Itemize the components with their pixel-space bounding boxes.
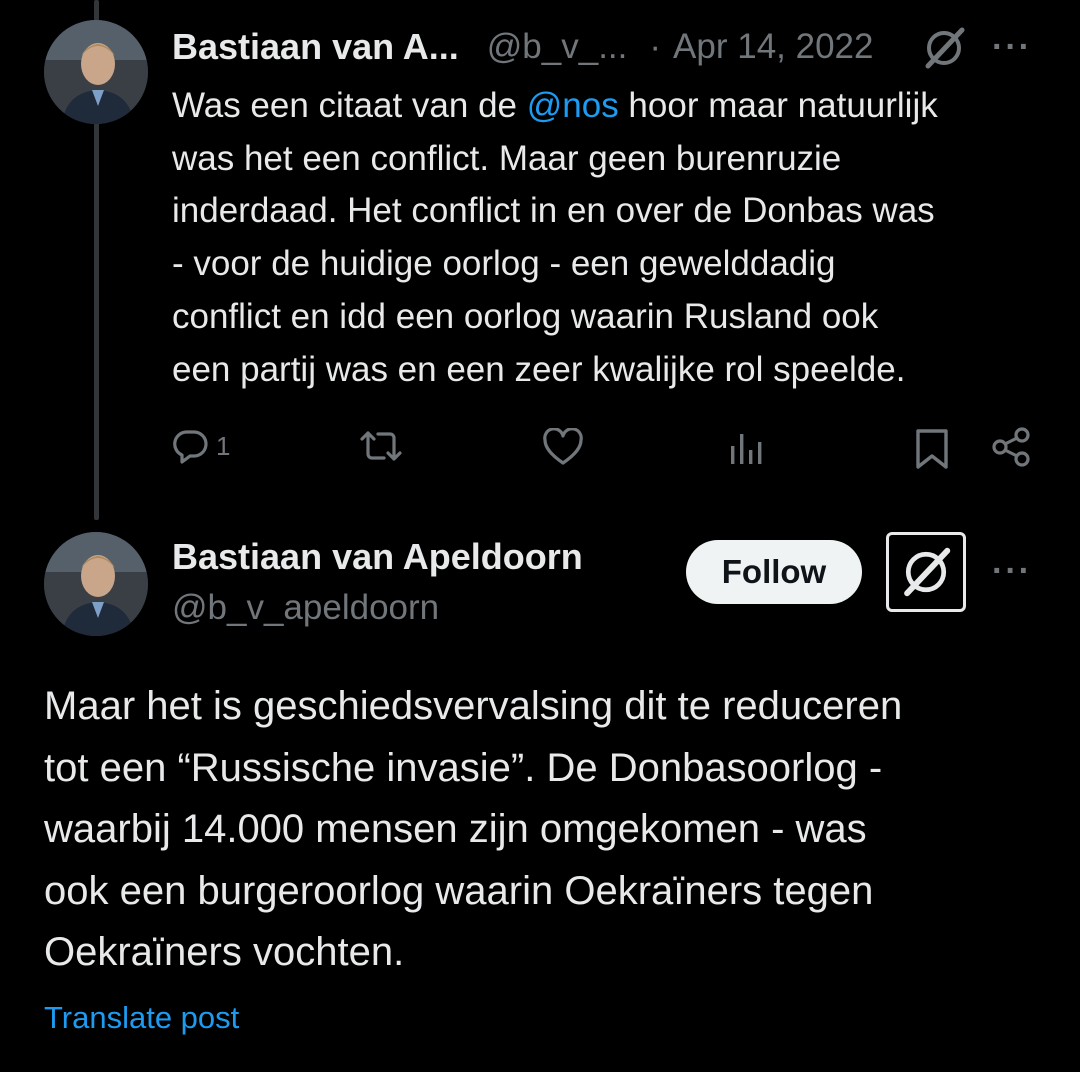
share-button[interactable] xyxy=(990,426,1032,468)
reply-line: - voor de huidige oorlog - een gewelddad… xyxy=(172,244,836,284)
post-line: tot een “Russische invasie”. De Donbasoo… xyxy=(44,745,883,790)
more-options-icon[interactable]: ··· xyxy=(992,552,1032,591)
avatar-image xyxy=(44,20,148,124)
reply-line-1: Was een citaat van de @nos hoor maar nat… xyxy=(172,86,938,125)
post-line: Maar het is geschiedsvervalsing dit te r… xyxy=(44,684,903,728)
views-button[interactable] xyxy=(728,430,764,466)
heart-icon xyxy=(543,428,583,465)
views-icon xyxy=(731,434,762,464)
separator-dot: · xyxy=(649,27,662,66)
reply-count: 1 xyxy=(216,430,231,461)
bookmark-icon xyxy=(916,429,948,469)
grok-button[interactable] xyxy=(886,532,966,612)
reply-text: Was een citaat van de @nos hoor maar nat… xyxy=(172,80,1052,396)
reply-button[interactable]: 1 xyxy=(172,428,230,464)
post-line: waarbij 14.000 mensen zijn omgekomen - w… xyxy=(44,807,867,851)
reply-line: was het een conflict. Maar geen burenruz… xyxy=(172,138,842,178)
reply-line: inderdaad. Het conflict in en over de Do… xyxy=(172,191,935,231)
reply-header: Bastiaan van A... @b_v_... · Apr 14, 202… xyxy=(172,22,873,72)
action-bar: 1 xyxy=(172,420,1032,476)
grok-icon[interactable] xyxy=(922,26,966,70)
repost-button[interactable] xyxy=(358,428,404,464)
author-name[interactable]: Bastiaan van A... xyxy=(172,26,459,68)
grok-icon xyxy=(904,547,951,597)
share-icon xyxy=(992,427,1030,467)
post-line: ook een burgeroorlog waarin Oekraïners t… xyxy=(44,868,874,913)
author-name[interactable]: Bastiaan van Apeldoorn xyxy=(172,536,583,578)
avatar[interactable] xyxy=(44,532,148,636)
reply-line: een partij was en een zeer kwalijke rol … xyxy=(172,349,906,389)
reply-icon xyxy=(173,430,208,464)
author-handle[interactable]: @b_v_... xyxy=(487,27,628,67)
bookmark-button[interactable] xyxy=(914,428,950,470)
follow-button[interactable]: Follow xyxy=(686,540,862,604)
avatar-image xyxy=(44,532,148,636)
post-line: Oekraïners vochten. xyxy=(44,930,405,974)
repost-icon xyxy=(360,431,402,461)
author-handle[interactable]: @b_v_apeldoorn xyxy=(172,588,439,628)
avatar[interactable] xyxy=(44,20,148,124)
more-options-icon[interactable]: ··· xyxy=(992,28,1032,67)
post-date[interactable]: Apr 14, 2022 xyxy=(673,27,873,67)
translate-post-link[interactable]: Translate post xyxy=(44,1000,239,1036)
like-button[interactable] xyxy=(542,428,584,466)
mention-link[interactable]: @nos xyxy=(527,86,619,125)
reply-line: conflict en idd een oorlog waarin Ruslan… xyxy=(172,296,879,336)
post-text: Maar het is geschiedsvervalsing dit te r… xyxy=(44,676,1044,984)
